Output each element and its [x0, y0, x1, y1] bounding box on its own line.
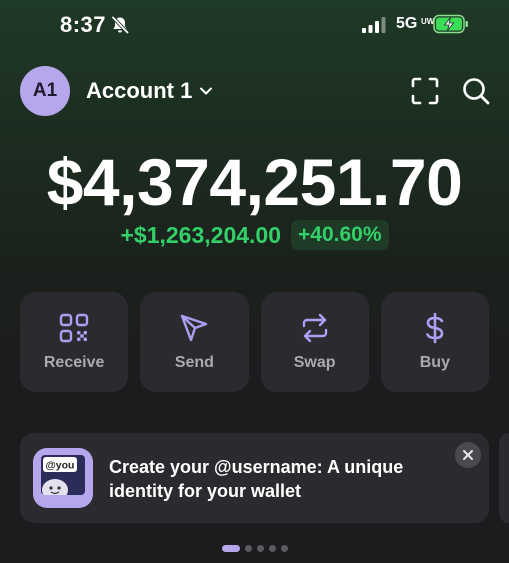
dollar-icon — [426, 312, 444, 344]
next-promo-card-peek[interactable] — [499, 433, 509, 523]
receive-label: Receive — [43, 354, 105, 371]
close-promo-button[interactable] — [455, 442, 481, 468]
buy-label: Buy — [419, 354, 450, 371]
username-promo-illustration: @you — [33, 448, 93, 508]
promo-badge-text: @you — [46, 460, 75, 472]
swap-label: Swap — [293, 354, 336, 371]
send-button[interactable]: Send — [140, 292, 249, 392]
avatar[interactable]: A1 — [20, 66, 70, 116]
account-name: Account 1 — [86, 78, 193, 103]
pager-dot[interactable] — [257, 544, 264, 552]
pager-dot[interactable] — [222, 544, 240, 552]
change-amount: +$1,263,204.00 — [120, 221, 282, 248]
receive-button[interactable]: Receive — [20, 292, 129, 392]
pager-dot[interactable] — [269, 544, 276, 552]
battery-charging-icon — [433, 14, 468, 34]
promo-pager — [222, 544, 288, 552]
chevron-down-icon — [200, 87, 213, 95]
username-promo-card[interactable]: @you Create your @username: A unique ide… — [20, 433, 489, 523]
status-bar: 8:37 5G UW — [0, 0, 509, 52]
network-subtype: UW — [421, 17, 435, 26]
pager-dot[interactable] — [245, 544, 252, 552]
search-icon[interactable] — [461, 76, 491, 106]
send-label: Send — [174, 354, 214, 371]
account-selector[interactable]: Account 1 — [86, 76, 214, 106]
status-time: 8:37 — [60, 12, 107, 37]
action-row: Receive Send Swap Buy — [20, 292, 489, 392]
change-percent-badge: +40.60% — [291, 220, 389, 250]
send-icon — [181, 314, 208, 342]
bell-off-icon — [111, 16, 129, 34]
promo-text: Create your @username: A unique identity… — [109, 457, 404, 501]
swap-button[interactable]: Swap — [260, 292, 369, 392]
network-type: 5G — [396, 15, 418, 32]
balance-change-row: +$1,263,204.00 +40.60% — [0, 220, 509, 250]
swap-icon — [302, 313, 327, 343]
scan-icon[interactable] — [411, 77, 439, 105]
pager-dot[interactable] — [281, 544, 288, 552]
buy-button[interactable]: Buy — [380, 292, 489, 392]
qr-code-icon — [59, 313, 89, 343]
close-icon — [463, 450, 473, 460]
total-balance: $4,374,251.70 — [46, 145, 463, 219]
wallet-home-screen: 8:37 5G UW A1 Account 1 $4,374,251.70 +$… — [0, 0, 509, 563]
signal-icon — [362, 17, 386, 33]
